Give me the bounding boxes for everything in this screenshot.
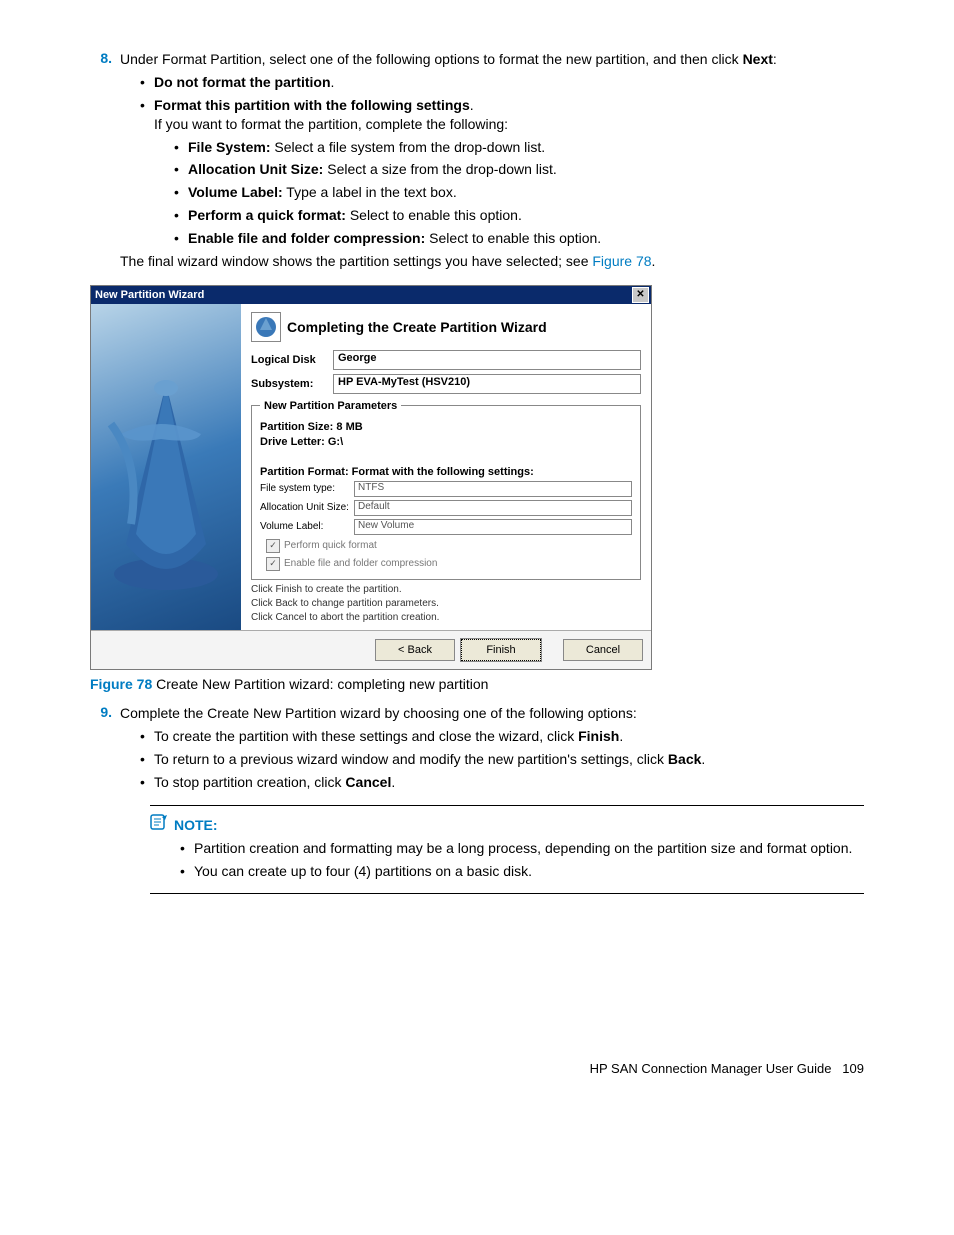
step-8-colon: : (773, 51, 777, 67)
step-9-opt-finish: To create the partition with these setti… (140, 727, 864, 746)
footer-page-number: 109 (842, 1061, 864, 1076)
wizard-dialog: New Partition Wizard ✕ Co (90, 285, 652, 670)
finish-button[interactable]: Finish (461, 639, 541, 661)
new-partition-parameters-group: New Partition Parameters Partition Size:… (251, 400, 641, 580)
volume-label-label: Volume Label: (260, 521, 350, 532)
drive-letter: Drive Letter: G:\ (260, 436, 632, 448)
page-footer: HP SAN Connection Manager User Guide 109 (590, 1061, 864, 1076)
sub-compression: Enable file and folder compression: Sele… (174, 229, 864, 248)
step-9-opt-cancel: To stop partition creation, click Cancel… (140, 773, 864, 792)
file-system-type-field[interactable]: NTFS (354, 481, 632, 497)
opt-do-not-format: Do not format the partition. (140, 73, 864, 92)
sub-aus-desc: Select a size from the drop-down list. (323, 161, 556, 177)
sub-fs-desc: Select a file system from the drop-down … (270, 139, 545, 155)
cancel-button[interactable]: Cancel (563, 639, 643, 661)
sub-fs-label: File System: (188, 139, 270, 155)
hint-back: Click Back to change partition parameter… (251, 598, 641, 609)
close-icon[interactable]: ✕ (632, 287, 649, 303)
note-label: NOTE: (174, 817, 218, 833)
partition-format-heading: Partition Format: Format with the follow… (260, 466, 632, 478)
checkbox-icon: ✓ (266, 539, 280, 553)
opt-format-settings-desc: If you want to format the partition, com… (154, 116, 508, 132)
step-9-number: 9. (90, 704, 112, 894)
step-8-next-bold: Next (743, 51, 773, 67)
step-8-final-b: . (652, 253, 656, 269)
opt3b: Cancel (345, 774, 391, 790)
wizard-title: New Partition Wizard (95, 289, 204, 301)
compression-checkbox-row[interactable]: ✓ Enable file and folder compression (266, 557, 632, 571)
opt2b: Back (668, 751, 701, 767)
opt3c: . (391, 774, 395, 790)
figure-78-link[interactable]: Figure 78 (592, 253, 651, 269)
sub-vol-label: Volume Label: (188, 184, 283, 200)
hint-cancel: Click Cancel to abort the partition crea… (251, 612, 641, 623)
back-button[interactable]: < Back (375, 639, 455, 661)
hint-finish: Click Finish to create the partition. (251, 584, 641, 595)
volume-label-field[interactable]: New Volume (354, 519, 632, 535)
opt1a: To create the partition with these setti… (154, 728, 578, 744)
sub-quick-format: Perform a quick format: Select to enable… (174, 206, 864, 225)
sub-vol-desc: Type a label in the text box. (283, 184, 457, 200)
sub-allocation-unit: Allocation Unit Size: Select a size from… (174, 160, 864, 179)
logical-disk-label: Logical Disk (251, 354, 329, 366)
allocation-unit-size-field[interactable]: Default (354, 500, 632, 516)
footer-text: HP SAN Connection Manager User Guide (590, 1061, 832, 1076)
quick-format-checkbox-row[interactable]: ✓ Perform quick format (266, 539, 632, 553)
checkbox-icon: ✓ (266, 557, 280, 571)
parameters-legend: New Partition Parameters (260, 400, 401, 412)
figure-number: Figure 78 (90, 676, 152, 692)
logical-disk-field[interactable]: George (333, 350, 641, 370)
quick-format-label: Perform quick format (284, 540, 377, 551)
wizard-footer: < Back Finish Cancel (91, 630, 651, 669)
opt1c: . (619, 728, 623, 744)
wizard-content: Completing the Create Partition Wizard L… (241, 304, 651, 630)
figure-caption: Figure 78 Create New Partition wizard: c… (90, 676, 864, 692)
figure-caption-text: Create New Partition wizard: completing … (152, 676, 488, 692)
note-item-2: You can create up to four (4) partitions… (180, 862, 864, 881)
opt1b: Finish (578, 728, 619, 744)
partition-size: Partition Size: 8 MB (260, 421, 632, 433)
back-button-label: < Back (398, 644, 432, 656)
sub-aus-label: Allocation Unit Size: (188, 161, 323, 177)
finish-button-label: Finish (486, 644, 515, 656)
opt3a: To stop partition creation, click (154, 774, 345, 790)
wizard-icon (251, 312, 281, 342)
sub-file-system: File System: Select a file system from t… (174, 138, 864, 157)
opt-do-not-format-label: Do not format the partition (154, 74, 331, 90)
note-item-1: Partition creation and formatting may be… (180, 839, 864, 858)
wizard-heading: Completing the Create Partition Wizard (287, 319, 547, 335)
sub-volume-label: Volume Label: Type a label in the text b… (174, 183, 864, 202)
sub-quick-label: Perform a quick format: (188, 207, 346, 223)
opt-format-settings: Format this partition with the following… (140, 96, 864, 248)
cancel-button-label: Cancel (586, 644, 620, 656)
opt2a: To return to a previous wizard window an… (154, 751, 668, 767)
step-9-intro: Complete the Create New Partition wizard… (120, 704, 864, 723)
sub-comp-label: Enable file and folder compression: (188, 230, 425, 246)
figure-78: New Partition Wizard ✕ Co (90, 285, 864, 670)
step-8-number: 8. (90, 50, 112, 275)
sub-quick-desc: Select to enable this option. (346, 207, 522, 223)
wizard-sidebar-graphic (91, 304, 241, 630)
subsystem-label: Subsystem: (251, 378, 329, 390)
opt2c: . (701, 751, 705, 767)
allocation-unit-size-label: Allocation Unit Size: (260, 502, 350, 513)
wizard-titlebar: New Partition Wizard ✕ (91, 286, 651, 304)
step-8-intro: Under Format Partition, select one of th… (120, 50, 864, 69)
step-8-final: The final wizard window shows the partit… (120, 252, 864, 271)
file-system-type-label: File system type: (260, 483, 350, 494)
opt-format-settings-label: Format this partition with the following… (154, 97, 470, 113)
note-icon (150, 814, 168, 835)
note-block: NOTE: Partition creation and formatting … (150, 805, 864, 894)
subsystem-field[interactable]: HP EVA-MyTest (HSV210) (333, 374, 641, 394)
sub-comp-desc: Select to enable this option. (425, 230, 601, 246)
step-9-opt-back: To return to a previous wizard window an… (140, 750, 864, 769)
step-8-intro-text: Under Format Partition, select one of th… (120, 51, 743, 67)
step-8-final-a: The final wizard window shows the partit… (120, 253, 592, 269)
compression-label: Enable file and folder compression (284, 558, 437, 569)
